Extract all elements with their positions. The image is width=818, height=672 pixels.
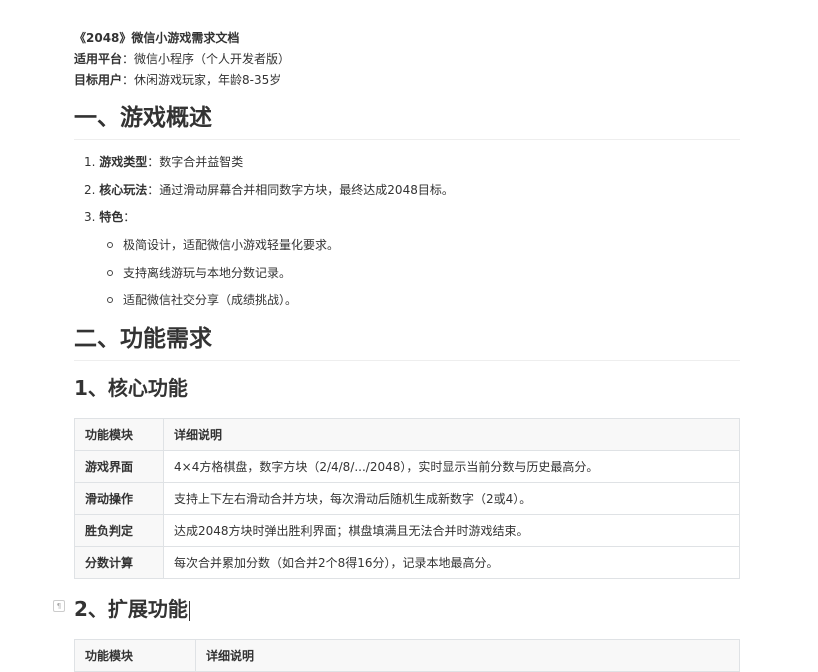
table-header-cell[interactable]: 功能模块 (74, 639, 196, 672)
core-features-table: 功能模块 详细说明 游戏界面 4×4方格棋盘，数字方块（2/4/8/.../20… (74, 418, 740, 579)
users-label: 目标用户 (74, 73, 123, 87)
table-cell-module[interactable]: 分数计算 (74, 546, 164, 579)
table-row: 分数计算 每次合并累加分数（如合并2个8得16分），记录本地最高分。 (74, 546, 740, 579)
table-row: 滑动操作 支持上下左右滑动合并方块，每次滑动后随机生成新数字（2或4）。 (74, 482, 740, 515)
bullet-icon (107, 269, 113, 276)
feature-item[interactable]: 极简设计，适配微信小游戏轻量化要求。 (107, 237, 339, 253)
block-handle-icon[interactable]: ¶ (53, 600, 65, 612)
table-cell-module[interactable]: 游戏界面 (74, 450, 164, 483)
table-cell-desc[interactable]: 4×4方格棋盘，数字方块（2/4/8/.../2048），实时显示当前分数与历史… (163, 450, 740, 483)
table-cell-desc[interactable]: 达成2048方块时弹出胜利界面；棋盘填满且无法合并时游戏结束。 (163, 514, 740, 547)
document-page: 《2048》微信小游戏需求文档 适用平台：微信小程序（个人开发者版） 目标用户：… (0, 0, 818, 672)
subheading-extended-features[interactable]: 2、扩展功能 (74, 596, 190, 622)
document-title: 《2048》微信小游戏需求文档 (74, 31, 240, 45)
list-item[interactable]: 2. 核心玩法：通过滑动屏幕合并相同数字方块，最终达成2048目标。 (84, 182, 454, 198)
bullet-icon (107, 296, 113, 303)
platform-line: 适用平台：微信小程序（个人开发者版） (74, 51, 290, 67)
feature-item[interactable]: 支持离线游玩与本地分数记录。 (107, 265, 291, 281)
feature-item[interactable]: 适配微信社交分享（成绩挑战）。 (107, 292, 297, 308)
table-header-cell[interactable]: 详细说明 (195, 639, 740, 672)
table-cell-desc[interactable]: 支持上下左右滑动合并方块，每次滑动后随机生成新数字（2或4）。 (163, 482, 740, 515)
table-header-row: 功能模块 详细说明 (74, 418, 740, 451)
table-cell-module[interactable]: 胜负判定 (74, 514, 164, 547)
extended-features-table: 功能模块 详细说明 (74, 639, 740, 672)
platform-label: 适用平台 (74, 52, 123, 66)
list-item[interactable]: 1. 游戏类型：数字合并益智类 (84, 154, 243, 170)
platform-value: ：微信小程序（个人开发者版） (122, 52, 291, 66)
table-header-cell[interactable]: 详细说明 (163, 418, 740, 451)
table-cell-desc[interactable]: 每次合并累加分数（如合并2个8得16分），记录本地最高分。 (163, 546, 740, 579)
subheading-core-features[interactable]: 1、核心功能 (74, 375, 188, 401)
table-header-row: 功能模块 详细说明 (74, 639, 740, 672)
users-value: ：休闲游戏玩家，年龄8-35岁 (122, 73, 282, 87)
table-header-cell[interactable]: 功能模块 (74, 418, 164, 451)
table-row: 游戏界面 4×4方格棋盘，数字方块（2/4/8/.../2048），实时显示当前… (74, 450, 740, 483)
table-row: 胜负判定 达成2048方块时弹出胜利界面；棋盘填满且无法合并时游戏结束。 (74, 514, 740, 547)
users-line: 目标用户：休闲游戏玩家，年龄8-35岁 (74, 72, 281, 88)
text-cursor (188, 600, 190, 621)
table-cell-module[interactable]: 滑动操作 (74, 482, 164, 515)
bullet-icon (107, 241, 113, 248)
section-heading-overview[interactable]: 一、游戏概述 (74, 103, 740, 140)
list-item[interactable]: 3. 特色： (84, 209, 135, 225)
section-heading-requirements[interactable]: 二、功能需求 (74, 324, 740, 361)
